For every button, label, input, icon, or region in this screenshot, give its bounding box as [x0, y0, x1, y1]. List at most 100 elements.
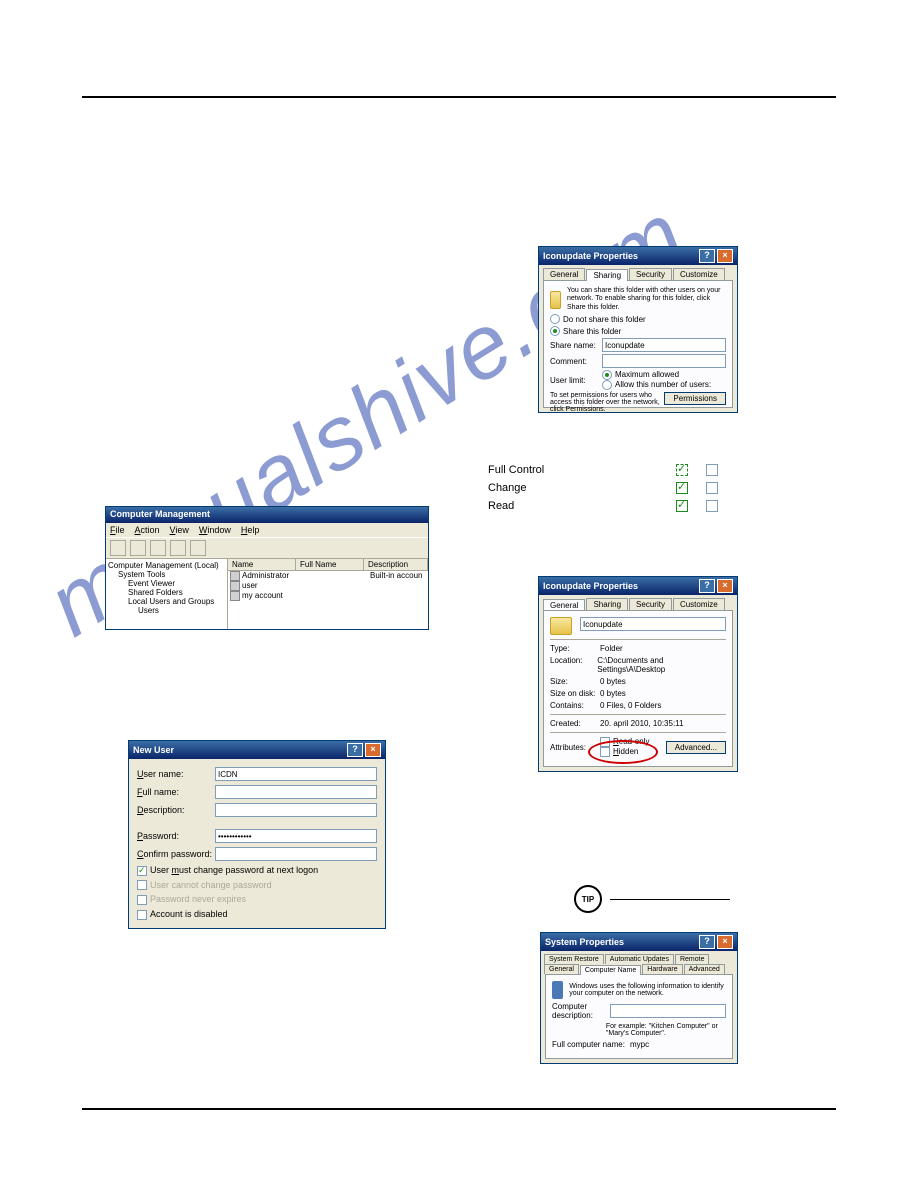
- tree-node[interactable]: System Tools: [108, 570, 225, 579]
- close-icon[interactable]: ×: [365, 743, 381, 757]
- window-title: Computer Management: [110, 509, 210, 519]
- advanced-button[interactable]: Advanced...: [666, 741, 726, 754]
- permissions-list: Full Control Change Read: [488, 461, 748, 515]
- tab-computer-name[interactable]: Computer Name: [580, 965, 641, 975]
- tab-customize[interactable]: Customize: [673, 268, 725, 280]
- user-limit-label: User limit:: [550, 376, 602, 385]
- comment-label: Comment:: [550, 357, 602, 366]
- tab-customize[interactable]: Customize: [673, 598, 725, 610]
- menu-view[interactable]: View: [170, 525, 189, 535]
- close-icon[interactable]: ×: [717, 249, 733, 263]
- help-icon[interactable]: ?: [699, 935, 715, 949]
- close-icon[interactable]: ×: [717, 579, 733, 593]
- titlebar[interactable]: Computer Management: [106, 507, 428, 523]
- tree-node[interactable]: Shared Folders: [108, 588, 225, 597]
- list-view: Name Full Name Description Administrator…: [228, 559, 428, 629]
- tab-security[interactable]: Security: [629, 268, 672, 280]
- prop-value: 0 Files, 0 Folders: [600, 701, 661, 710]
- radio-max-allowed[interactable]: [602, 370, 612, 380]
- titlebar[interactable]: System Properties ? ×: [541, 933, 737, 951]
- annotation-circle: [588, 740, 658, 764]
- radio-share[interactable]: [550, 326, 560, 336]
- prop-value: 20. april 2010, 10:35:11: [600, 719, 683, 728]
- menu-window[interactable]: Window: [199, 525, 231, 535]
- tab-general[interactable]: General: [543, 268, 585, 280]
- list-item[interactable]: AdministratorBuilt-in accoun: [228, 571, 428, 581]
- description-label: Description:: [137, 805, 215, 815]
- checkbox-allow[interactable]: [676, 464, 688, 476]
- folder-name-input[interactable]: [580, 617, 726, 631]
- dialog-title: System Properties: [545, 937, 697, 947]
- tab-sharing[interactable]: Sharing: [586, 598, 628, 610]
- properties-icon[interactable]: [150, 540, 166, 556]
- tree-node[interactable]: Local Users and Groups: [108, 597, 225, 606]
- prop-label: Location:: [550, 656, 597, 674]
- tab-sharing[interactable]: Sharing: [586, 269, 628, 281]
- prop-label: Size on disk:: [550, 689, 600, 698]
- tab-remote[interactable]: Remote: [675, 954, 710, 964]
- menu-help[interactable]: Help: [241, 525, 260, 535]
- prop-value: 0 bytes: [600, 689, 626, 698]
- titlebar[interactable]: New User ? ×: [129, 741, 385, 759]
- list-item[interactable]: user: [228, 581, 428, 591]
- username-input[interactable]: [215, 767, 377, 781]
- tree-node[interactable]: Users: [108, 606, 225, 615]
- confirm-input[interactable]: [215, 847, 377, 861]
- tab-automatic-updates[interactable]: Automatic Updates: [605, 954, 674, 964]
- permissions-button[interactable]: Permissions: [664, 392, 726, 405]
- checkbox-label: User cannot change password: [150, 880, 272, 890]
- description-input[interactable]: [215, 803, 377, 817]
- checkbox-deny[interactable]: [706, 482, 718, 494]
- fullname-input[interactable]: [215, 785, 377, 799]
- checkbox-must-change[interactable]: [137, 866, 147, 876]
- checkbox-deny[interactable]: [706, 500, 718, 512]
- radio-allow-number[interactable]: [602, 380, 612, 390]
- forward-icon[interactable]: [130, 540, 146, 556]
- computer-icon: [552, 981, 563, 999]
- perm-name: Change: [488, 482, 658, 494]
- tab-hardware[interactable]: Hardware: [642, 964, 682, 974]
- dialog-system-properties: System Properties ? × System Restore Aut…: [540, 932, 738, 1064]
- perm-text: To set permissions for users who access …: [550, 392, 664, 413]
- radio-do-not-share[interactable]: [550, 314, 560, 324]
- titlebar[interactable]: Iconupdate Properties ? ×: [539, 577, 737, 595]
- menu-file[interactable]: File: [110, 525, 125, 535]
- titlebar[interactable]: Iconupdate Properties ? ×: [539, 247, 737, 265]
- tip-line: [610, 899, 730, 900]
- help-icon[interactable]: ?: [347, 743, 363, 757]
- prop-value: C:\Documents and Settings\A\Desktop: [597, 656, 726, 674]
- back-icon[interactable]: [110, 540, 126, 556]
- prop-label: Contains:: [550, 701, 600, 710]
- tree-view[interactable]: Computer Management (Local) System Tools…: [106, 559, 228, 629]
- tree-node[interactable]: Event Viewer: [108, 579, 225, 588]
- dialog-title: Iconupdate Properties: [543, 251, 697, 261]
- password-input[interactable]: [215, 829, 377, 843]
- computer-desc-input[interactable]: [610, 1004, 726, 1018]
- help-icon[interactable]: ?: [699, 249, 715, 263]
- col-fullname[interactable]: Full Name: [296, 559, 364, 570]
- share-name-input[interactable]: [602, 338, 726, 352]
- tree-node[interactable]: Computer Management (Local): [108, 561, 225, 570]
- tab-system-restore[interactable]: System Restore: [544, 954, 604, 964]
- tab-security[interactable]: Security: [629, 598, 672, 610]
- refresh-icon[interactable]: [170, 540, 186, 556]
- comment-input[interactable]: [602, 354, 726, 368]
- tab-advanced[interactable]: Advanced: [684, 964, 725, 974]
- menu-action[interactable]: Action: [135, 525, 160, 535]
- intro-text: Windows uses the following information t…: [569, 983, 726, 997]
- checkbox-deny[interactable]: [706, 464, 718, 476]
- list-item[interactable]: my account: [228, 591, 428, 601]
- checkbox-allow[interactable]: [676, 482, 688, 494]
- checkbox-allow[interactable]: [676, 500, 688, 512]
- close-icon[interactable]: ×: [717, 935, 733, 949]
- help-icon[interactable]: ?: [699, 579, 715, 593]
- col-name[interactable]: Name: [228, 559, 296, 570]
- tab-general[interactable]: General: [544, 964, 579, 974]
- full-name-label: Full computer name:: [552, 1040, 630, 1049]
- export-icon[interactable]: [190, 540, 206, 556]
- checkbox-label: User must change password at next logon: [150, 865, 318, 875]
- checkbox-disabled[interactable]: [137, 910, 147, 920]
- password-label: Password:: [137, 831, 215, 841]
- col-description[interactable]: Description: [364, 559, 428, 570]
- dialog-new-user: New User ? × User name: Full name: Descr…: [128, 740, 386, 929]
